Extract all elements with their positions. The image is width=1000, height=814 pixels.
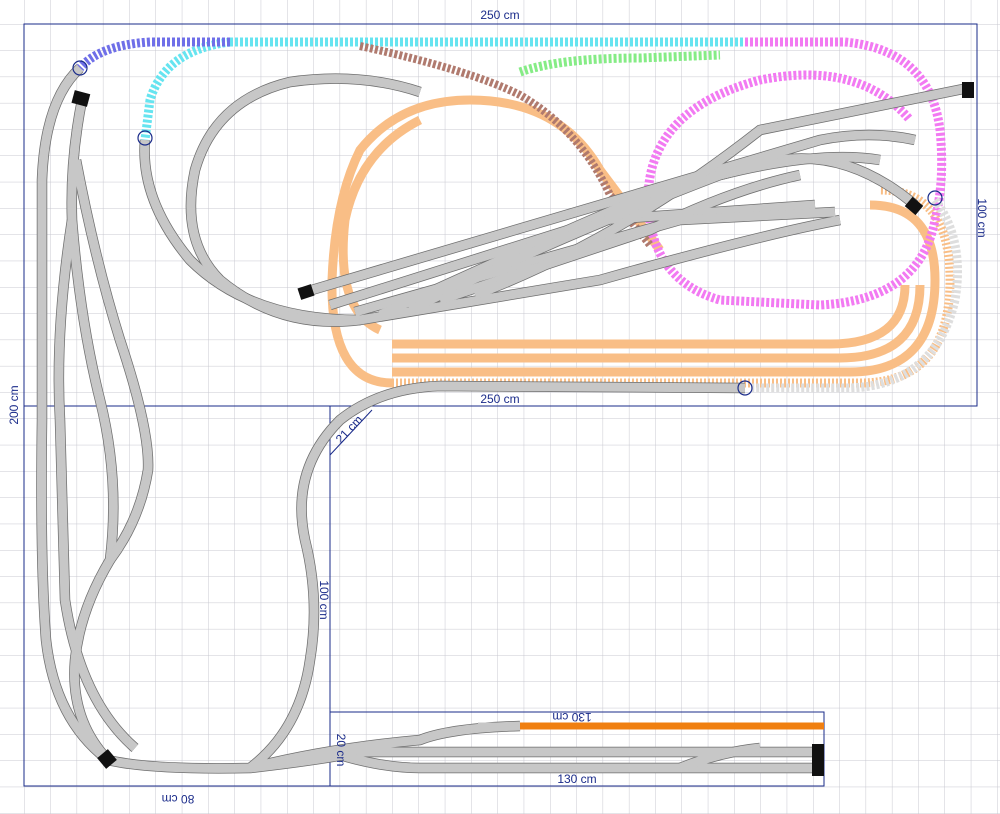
- inner-height-label: 100 cm: [317, 580, 331, 619]
- bottom-left-width-label: 80 cm: [162, 792, 195, 806]
- staging-bottom-length-label: 130 cm: [557, 772, 596, 786]
- buffer-stop-icon[interactable]: [812, 744, 824, 776]
- mid-width-label: 250 cm: [480, 392, 519, 406]
- staging-top-length-label: 130 cm: [552, 710, 591, 724]
- track-plan-canvas[interactable]: 250 cm 250 cm 100 cm 200 cm 21 cm 100 cm…: [0, 0, 1000, 814]
- left-height-label: 200 cm: [7, 385, 21, 424]
- right-height-label: 100 cm: [975, 198, 989, 237]
- buffer-stop-icon[interactable]: [962, 82, 974, 98]
- staging-height-label: 20 cm: [334, 734, 348, 767]
- top-width-label: 250 cm: [480, 8, 519, 22]
